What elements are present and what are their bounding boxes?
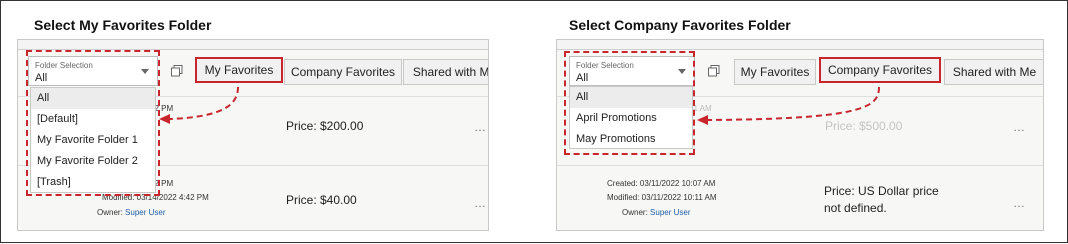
tab-my-favorites[interactable]: My Favorites: [734, 59, 816, 85]
right-card2-more-button[interactable]: …: [1013, 196, 1026, 210]
tab-company-favorites[interactable]: Company Favorites: [819, 57, 941, 83]
right-highlight-box: [564, 51, 695, 155]
copy-icon[interactable]: [707, 64, 721, 78]
right-card2-owner-link[interactable]: Super User: [650, 208, 690, 217]
left-card2-owner-label: Owner:: [97, 208, 123, 217]
left-panel-title: Select My Favorites Folder: [34, 17, 212, 33]
right-panel-title: Select Company Favorites Folder: [569, 17, 791, 33]
right-card1-more-button[interactable]: …: [1013, 120, 1026, 134]
right-card2-created: Created: 03/11/2022 10:07 AM: [607, 179, 716, 188]
left-card1-price: Price: $200.00: [286, 119, 364, 133]
left-card2-owner: Owner: Super User: [97, 206, 166, 220]
right-card2-price-line2: not defined.: [824, 201, 887, 215]
copy-icon[interactable]: [170, 64, 184, 78]
right-card2-owner-label: Owner:: [622, 208, 648, 217]
left-card2-owner-link[interactable]: Super User: [125, 208, 165, 217]
left-highlight-box: [26, 50, 160, 196]
right-top-strip: [557, 40, 1043, 50]
left-card2-price: Price: $40.00: [286, 193, 357, 207]
right-card2-modified: Modified: 03/11/2022 10:11 AM: [607, 193, 717, 202]
figure-frame: Select My Favorites Folder Folder Select…: [0, 0, 1068, 243]
right-card1-price: Price: $500.00: [825, 119, 903, 133]
left-card1-more-button[interactable]: …: [474, 120, 487, 134]
right-card2-price-line1: Price: US Dollar price: [824, 184, 939, 198]
tab-my-favorites[interactable]: My Favorites: [195, 57, 283, 83]
tab-company-favorites[interactable]: Company Favorites: [284, 59, 402, 85]
left-top-strip: [18, 40, 488, 50]
right-card2-owner: Owner: Super User: [622, 206, 691, 220]
tab-shared-with-me[interactable]: Shared with Me: [403, 59, 488, 85]
tab-shared-with-me[interactable]: Shared with Me: [944, 59, 1043, 85]
right-card-separator: [557, 165, 1043, 166]
left-card2-more-button[interactable]: …: [474, 196, 487, 210]
